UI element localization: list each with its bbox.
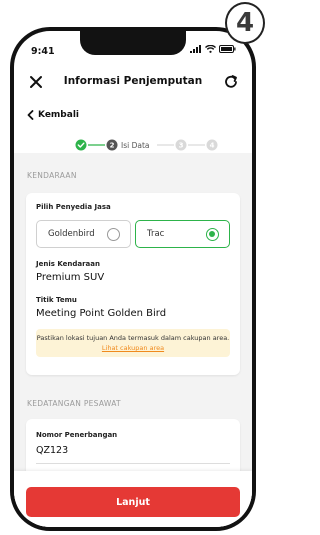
status-time: 9:41 — [31, 46, 55, 57]
vehicle-type-label: Jenis Kendaraan — [36, 260, 100, 268]
badge-number: 4 — [235, 8, 255, 38]
phone-notch — [80, 31, 186, 55]
step-1-done-icon — [75, 139, 87, 151]
radio-unselected-icon — [107, 228, 120, 241]
flight-number-label: Nomor Penerbangan — [36, 431, 118, 439]
chevron-left-icon — [27, 110, 34, 120]
continue-button[interactable]: Lanjut — [26, 487, 240, 517]
flight-number-input[interactable]: QZ123 — [36, 445, 68, 456]
step-2-number: 2 — [110, 142, 115, 150]
phone-frame: 9:41 Informasi Penjemputan Kembali 2 Isi… — [10, 27, 256, 531]
status-icons — [190, 45, 236, 53]
kendaraan-card: Pilih Penyedia Jasa Goldenbird Trac Jeni… — [26, 193, 240, 375]
section-title-kedatangan: KEDATANGAN PESAWAT — [27, 399, 121, 408]
bottom-action-bar: Lanjut — [14, 471, 252, 527]
notice-text: Pastikan lokasi tujuan Anda termasuk dal… — [36, 334, 230, 342]
stepper: 2 Isi Data 3 4 — [14, 137, 252, 151]
radio-selected-icon — [206, 228, 219, 241]
provider-option-label: Trac — [147, 229, 165, 239]
refresh-icon[interactable] — [222, 73, 240, 91]
coverage-notice: Pastikan lokasi tujuan Anda termasuk dal… — [36, 329, 230, 357]
signal-icon — [190, 45, 201, 53]
meeting-point-label: Titik Temu — [36, 296, 77, 304]
section-title-kendaraan: KENDARAAN — [27, 171, 77, 180]
phone-screen: 9:41 Informasi Penjemputan Kembali 2 Isi… — [14, 31, 252, 527]
step-3-number: 3 — [179, 142, 184, 150]
back-label: Kembali — [38, 110, 79, 120]
coverage-area-link[interactable]: Lihat cakupan area — [102, 344, 164, 352]
provider-option-goldenbird[interactable]: Goldenbird — [36, 220, 131, 248]
back-link[interactable]: Kembali — [27, 110, 79, 120]
provider-option-label: Goldenbird — [48, 229, 95, 239]
stepper-graphic: 2 Isi Data 3 4 — [75, 139, 218, 151]
provider-option-trac[interactable]: Trac — [135, 220, 230, 248]
wifi-icon — [205, 45, 216, 53]
flight-number-underline — [36, 463, 230, 464]
app-bar: Informasi Penjemputan — [14, 71, 252, 95]
provider-label: Pilih Penyedia Jasa — [36, 203, 111, 211]
continue-button-label: Lanjut — [116, 496, 150, 508]
step-number-badge: 4 — [225, 2, 265, 44]
meeting-point-value: Meeting Point Golden Bird — [36, 308, 167, 319]
vehicle-type-value: Premium SUV — [36, 272, 105, 283]
step-2-label: Isi Data — [121, 141, 150, 150]
battery-icon — [219, 45, 236, 53]
step-4-number: 4 — [210, 142, 215, 150]
page-title: Informasi Penjemputan — [63, 75, 203, 87]
